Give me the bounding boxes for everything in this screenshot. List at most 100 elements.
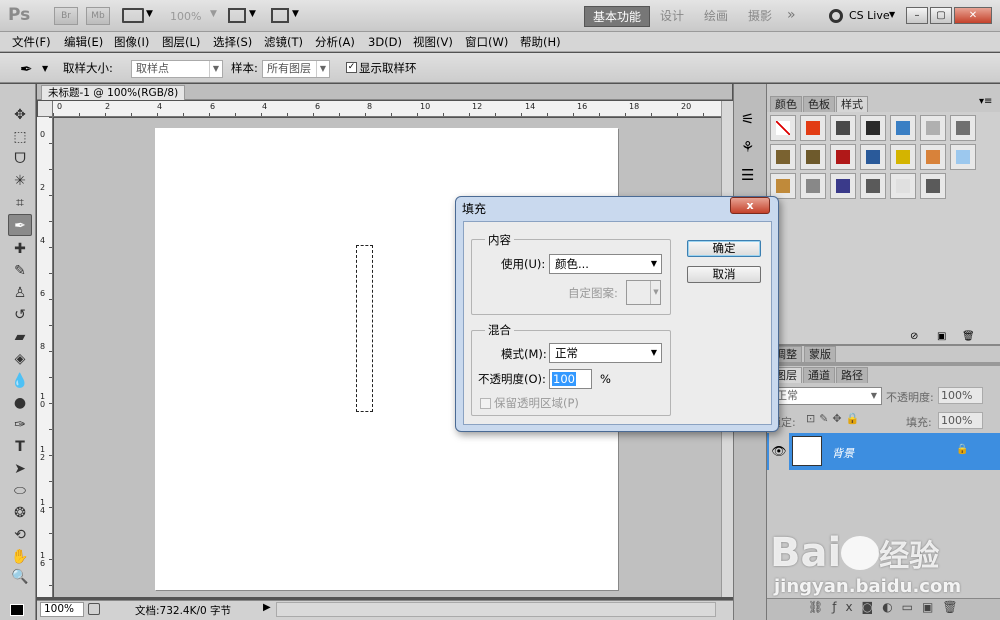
style-swatch[interactable] xyxy=(920,173,946,199)
use-select[interactable]: 颜色... ▼ xyxy=(549,254,662,274)
preserve-transparency-checkbox[interactable] xyxy=(480,398,491,409)
menu-select[interactable]: 选择(S) xyxy=(211,34,254,50)
close-window-button[interactable]: ✕ xyxy=(954,7,992,24)
style-swatch[interactable] xyxy=(770,115,796,141)
status-info-icon[interactable] xyxy=(88,603,100,615)
menu-3d[interactable]: 3D(D) xyxy=(366,34,404,50)
tab-color[interactable]: 颜色 xyxy=(770,96,802,112)
style-swatch[interactable] xyxy=(860,144,886,170)
3d-rotate-icon[interactable]: ❂ xyxy=(8,502,32,524)
clear-style-icon[interactable]: ⊘ xyxy=(910,331,918,342)
move-tool-icon[interactable]: ✥ xyxy=(8,104,32,126)
eraser-tool-icon[interactable]: ▰ xyxy=(8,326,32,348)
menu-file[interactable]: 文件(F) xyxy=(10,34,53,50)
menu-analysis[interactable]: 分析(A) xyxy=(313,34,357,50)
style-swatch[interactable] xyxy=(920,115,946,141)
cancel-button[interactable]: 取消 xyxy=(687,266,761,283)
hand-tool-icon[interactable]: ✋ xyxy=(8,546,32,568)
panel-menu-icon[interactable]: ▾≡ xyxy=(979,96,992,107)
new-style-icon[interactable]: ▣ xyxy=(937,331,946,342)
tab-styles[interactable]: 样式 xyxy=(836,96,868,112)
fill-field[interactable]: 100% xyxy=(938,412,983,429)
clone-source-icon[interactable]: ⚘ xyxy=(741,138,754,156)
healing-brush-icon[interactable]: ✚ xyxy=(8,238,32,260)
crop-tool-icon[interactable]: ⌗ xyxy=(8,192,32,214)
foreground-color-swatch[interactable] xyxy=(10,604,24,616)
layer-actions-icons[interactable]: ⛓ƒx◙◐▭▣🗑 xyxy=(808,600,967,614)
status-zoom-field[interactable]: 100% xyxy=(40,602,84,617)
style-swatch[interactable] xyxy=(890,173,916,199)
tab-paths[interactable]: 路径 xyxy=(836,367,868,383)
menu-image[interactable]: 图像(I) xyxy=(112,34,151,50)
style-swatch[interactable] xyxy=(800,144,826,170)
minimize-button[interactable]: – xyxy=(906,7,928,24)
status-menu-arrow-icon[interactable]: ▶ xyxy=(263,602,271,613)
eyedropper-icon[interactable]: ✒ xyxy=(20,60,33,78)
style-swatch[interactable] xyxy=(920,144,946,170)
workspace-painting[interactable]: 绘画 xyxy=(696,6,736,27)
menu-window[interactable]: 窗口(W) xyxy=(463,34,510,50)
ellipse-tool-icon[interactable]: ⬭ xyxy=(8,480,32,502)
style-swatch[interactable] xyxy=(830,115,856,141)
layer-opacity-field[interactable]: 100% xyxy=(938,387,983,404)
bridge-button[interactable]: Br xyxy=(54,7,78,25)
mode-select[interactable]: 正常 ▼ xyxy=(549,343,662,363)
3d-orbit-icon[interactable]: ⟲ xyxy=(8,524,32,546)
ruler-origin[interactable] xyxy=(38,101,53,117)
style-swatch[interactable] xyxy=(770,144,796,170)
style-swatch[interactable] xyxy=(800,115,826,141)
marquee-tool-icon[interactable]: ⬚ xyxy=(8,126,32,148)
style-swatch[interactable] xyxy=(950,115,976,141)
magic-wand-icon[interactable]: ✳ xyxy=(8,170,32,192)
show-ring-checkbox[interactable]: ✓ xyxy=(346,62,357,73)
tab-masks[interactable]: 蒙版 xyxy=(804,346,836,362)
view-extras-icon[interactable] xyxy=(122,8,144,23)
paint-bucket-icon[interactable]: ◈ xyxy=(8,348,32,370)
path-selection-icon[interactable]: ➤ xyxy=(8,458,32,480)
style-swatch[interactable] xyxy=(800,173,826,199)
arrange-documents-icon[interactable] xyxy=(228,8,246,23)
mini-bridge-button[interactable]: Mb xyxy=(86,7,110,25)
opacity-input[interactable]: 100 xyxy=(549,369,592,389)
dodge-tool-icon[interactable]: ● xyxy=(8,392,32,414)
document-tab[interactable]: 未标题-1 @ 100%(RGB/8) xyxy=(41,85,186,100)
workspace-essentials[interactable]: 基本功能 xyxy=(584,6,651,27)
style-swatch[interactable] xyxy=(860,115,886,141)
screen-mode-icon[interactable] xyxy=(271,8,289,23)
cs-live-button[interactable]: CS Live xyxy=(849,9,890,22)
lock-icons[interactable]: ⊡✎✥🔒 xyxy=(806,412,863,425)
tab-channels[interactable]: 通道 xyxy=(803,367,835,383)
pen-tool-icon[interactable]: ✑ xyxy=(8,414,32,436)
menu-edit[interactable]: 编辑(E) xyxy=(62,34,105,50)
style-swatch[interactable] xyxy=(830,173,856,199)
ok-button[interactable]: 确定 xyxy=(687,240,761,257)
maximize-button[interactable]: ▢ xyxy=(930,7,952,24)
type-tool-icon[interactable]: T xyxy=(8,436,32,458)
style-swatch[interactable] xyxy=(890,144,916,170)
blend-mode-select[interactable]: 正常 ▼ xyxy=(770,387,882,405)
workspace-design[interactable]: 设计 xyxy=(652,6,692,27)
layer-name[interactable]: 背景 xyxy=(832,445,854,461)
horizontal-scrollbar[interactable] xyxy=(276,602,716,617)
eye-visibility-icon[interactable]: 👁 xyxy=(769,433,789,470)
style-swatch[interactable] xyxy=(860,173,886,199)
brush-presets-icon[interactable]: ⚟ xyxy=(741,110,754,128)
zoom-tool-icon[interactable]: 🔍 xyxy=(8,566,32,588)
brush-tool-icon[interactable]: ✎ xyxy=(8,260,32,282)
workspace-photography[interactable]: 摄影 xyxy=(740,6,780,27)
more-workspaces-icon[interactable]: » xyxy=(787,7,796,23)
zoom-level-display[interactable]: 100% xyxy=(170,10,201,23)
menu-filter[interactable]: 滤镜(T) xyxy=(262,34,305,50)
style-swatch[interactable] xyxy=(830,144,856,170)
menu-help[interactable]: 帮助(H) xyxy=(518,34,563,50)
tab-swatches[interactable]: 色板 xyxy=(803,96,835,112)
menu-layer[interactable]: 图层(L) xyxy=(160,34,202,50)
clone-stamp-icon[interactable]: ♙ xyxy=(8,282,32,304)
sample-size-select[interactable]: 取样点 ▼ xyxy=(131,60,223,78)
eyedropper-tool-icon[interactable]: ✒ xyxy=(8,214,32,236)
dialog-close-button[interactable]: x xyxy=(730,197,770,214)
lasso-tool-icon[interactable]: ᗜ xyxy=(8,148,32,170)
delete-style-icon[interactable]: 🗑 xyxy=(962,331,975,342)
character-icon[interactable]: ☰ xyxy=(741,166,754,184)
history-brush-icon[interactable]: ↺ xyxy=(8,304,32,326)
